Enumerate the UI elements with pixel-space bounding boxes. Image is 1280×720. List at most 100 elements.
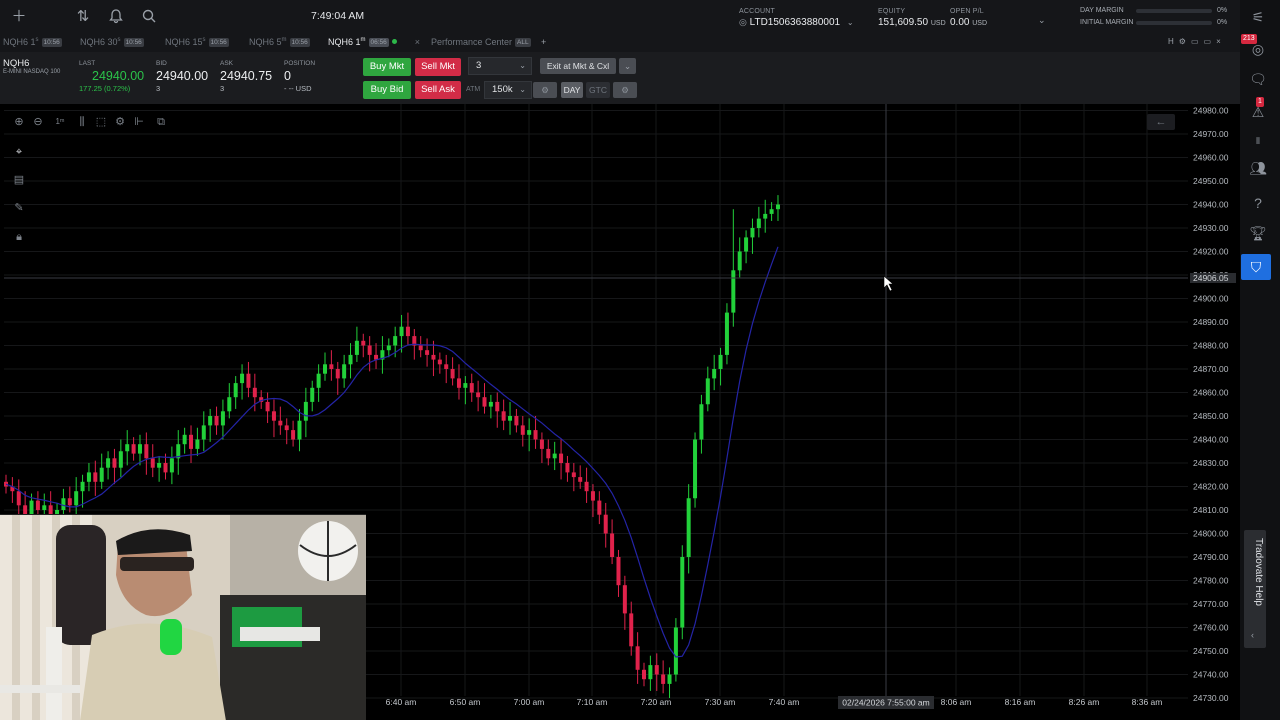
crop-icon[interactable]: ⬚: [93, 114, 109, 130]
candle-body: [731, 270, 736, 313]
candle-body: [144, 444, 149, 459]
candle-body: [374, 354, 379, 360]
candle-body: [214, 416, 219, 426]
bid-size: 3: [156, 84, 161, 93]
candle-body: [444, 364, 449, 369]
crosshair-icon[interactable]: ⌖: [11, 144, 27, 160]
candle-body: [316, 373, 321, 388]
tab-performance-center[interactable]: Performance Center ALL: [431, 37, 531, 50]
sort-arrows-icon[interactable]: ⇅: [74, 8, 92, 26]
buy-bid-button[interactable]: Buy Bid: [363, 81, 411, 99]
candle-body: [610, 533, 615, 557]
tab-nqh6-5m[interactable]: NQH6 5m 10:56: [249, 37, 310, 50]
equity-label: EQUITY: [878, 8, 906, 15]
add-icon[interactable]: ＋: [10, 8, 28, 26]
candle-body: [673, 627, 678, 675]
account-expand-chevron-icon[interactable]: ⌄: [1038, 15, 1046, 26]
tab-nqh6-1s[interactable]: NQH6 1s 10:56: [3, 37, 62, 50]
candle-type-icon[interactable]: ⫼: [74, 114, 90, 130]
close-tab-icon[interactable]: ×: [415, 37, 420, 47]
zoom-out-icon[interactable]: ⊖: [30, 114, 46, 130]
users-icon[interactable]: 👥︎: [1244, 157, 1272, 179]
right-sidebar: ⚟ 213 ◎ 🗨︎ 1 ⚠︎ ⦀ 👥︎ ? 🏆︎ ⛉ Tradovate He…: [1240, 0, 1280, 720]
account-id: LTD1506363880001: [749, 17, 841, 28]
x-axis-tick-label: 8:06 am: [941, 697, 972, 707]
chat-icon[interactable]: 🗨︎: [1244, 68, 1272, 90]
day-margin-bar: [1136, 9, 1212, 13]
indicators-icon[interactable]: ⊩: [131, 114, 147, 130]
candle-body: [284, 425, 289, 431]
candle-body: [163, 463, 168, 473]
candle-body: [252, 387, 257, 398]
account-selector[interactable]: ◎ LTD1506363880001 ⌄: [739, 17, 854, 28]
quantity-select[interactable]: 3 ⌄: [468, 57, 532, 75]
sell-mkt-button[interactable]: Sell Mkt: [415, 58, 461, 76]
candle-body: [233, 383, 238, 398]
warning-icon[interactable]: ⚠︎: [1244, 101, 1272, 123]
tradovate-help-tab[interactable]: Tradovate Help ‹: [1244, 530, 1266, 648]
scroll-to-latest-arrow-icon[interactable]: ←: [1147, 114, 1175, 130]
buy-mkt-button[interactable]: Buy Mkt: [363, 58, 411, 76]
interval-icon[interactable]: 1ᵐ: [52, 114, 68, 130]
live-dot-icon: [391, 39, 397, 44]
open-pl-label: OPEN P/L: [950, 8, 984, 15]
y-axis-tick-label: 24930.00: [1193, 223, 1229, 233]
chart-tab-row: NQH6 1s 10:56 NQH6 30s 10:56 NQH6 15s 10:56…: [0, 34, 1240, 52]
candle-body: [86, 472, 91, 482]
gtc-tif-button[interactable]: GTC: [586, 82, 610, 98]
order-settings-gear-icon[interactable]: ⚙: [613, 82, 637, 98]
tab-nqh6-15s[interactable]: NQH6 15s 10:56: [165, 37, 229, 50]
candle-body: [405, 326, 410, 337]
initial-margin-label: INITIAL MARGIN: [1080, 19, 1134, 26]
search-icon[interactable]: [140, 8, 158, 26]
atm-label: ATM: [466, 86, 481, 93]
candle-body: [182, 434, 187, 445]
exit-at-mkt-cxl-button[interactable]: Exit at Mkt & Cxl: [540, 58, 616, 74]
candle-body: [744, 237, 749, 252]
zoom-in-icon[interactable]: ⊕: [11, 114, 27, 130]
add-tab-icon[interactable]: +: [541, 37, 546, 50]
tab-nqh6-1m[interactable]: NQH6 1m 06:56 ×: [328, 37, 420, 50]
candle-body: [737, 251, 742, 271]
atm-select[interactable]: 150k ⌄: [484, 81, 532, 99]
sell-ask-button[interactable]: Sell Ask: [415, 81, 461, 99]
candle-body: [189, 434, 194, 449]
crosshair-time-label: 02/24/2026 7:55:00 am: [842, 698, 929, 708]
lock-icon[interactable]: 🔒︎: [11, 229, 27, 245]
position-label: POSITION: [284, 60, 316, 67]
candle-body: [99, 467, 104, 482]
target-icon[interactable]: ◎: [1244, 38, 1272, 60]
candle-body: [418, 345, 423, 351]
layers-icon[interactable]: ⧉: [153, 114, 169, 130]
window-controls-icon[interactable]: H⚙▭▭×: [1168, 37, 1226, 50]
notes-icon[interactable]: ▤: [11, 172, 27, 188]
y-axis-tick-label: 24900.00: [1193, 294, 1229, 304]
candle-body: [469, 383, 474, 393]
candle-body: [157, 463, 162, 468]
candle-body: [271, 411, 276, 421]
y-axis-tick-label: 24840.00: [1193, 435, 1229, 445]
trophy-icon[interactable]: 🏆︎: [1244, 222, 1272, 244]
candle-body: [93, 472, 98, 482]
candle-body: [323, 364, 327, 374]
initial-margin-pct: 0%: [1217, 19, 1228, 26]
chart-settings-icon[interactable]: ⚙: [112, 114, 128, 130]
shield-icon[interactable]: ⛉: [1241, 254, 1271, 280]
ask-label: ASK: [220, 60, 234, 67]
exit-options-chevron-icon[interactable]: ⌄: [619, 58, 636, 74]
candle-body: [718, 354, 723, 369]
day-tif-button[interactable]: DAY: [561, 82, 583, 98]
sliders-icon[interactable]: ⚟: [1244, 6, 1272, 28]
symbol[interactable]: NQH6: [3, 58, 29, 69]
columns-icon[interactable]: ⦀: [1244, 130, 1272, 152]
bell-icon[interactable]: [107, 8, 125, 26]
x-axis-tick-label: 8:16 am: [1005, 697, 1036, 707]
candle-body: [227, 397, 232, 412]
y-axis-tick-label: 24890.00: [1193, 317, 1229, 327]
candle-body: [488, 401, 493, 407]
help-circle-icon[interactable]: ?: [1244, 192, 1272, 214]
tab-nqh6-30s[interactable]: NQH6 30s 10:56: [80, 37, 144, 50]
draw-pen-icon[interactable]: ✎: [11, 200, 27, 216]
atm-settings-gear-icon[interactable]: ⚙: [533, 82, 557, 98]
candle-body: [508, 416, 513, 421]
